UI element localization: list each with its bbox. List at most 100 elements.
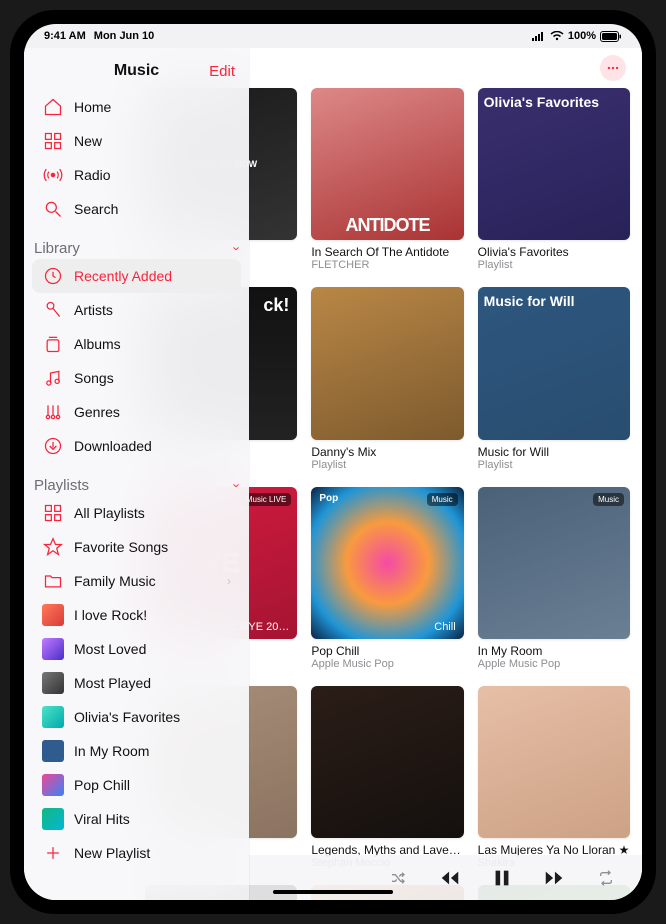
ipad-frame: 9:41 AM Mon Jun 10 100% ••• xyxy=(10,10,656,914)
playlist-subtitle: Apple Music Pop xyxy=(478,658,630,670)
sidebar-item-label: Pop Chill xyxy=(74,777,130,793)
folder-icon xyxy=(42,570,64,592)
sidebar-playlist-item[interactable]: Most Played xyxy=(32,666,241,700)
playlist-item[interactable]: Music In My Room Apple Music Pop xyxy=(478,487,630,670)
playlist-artwork: Music for Will xyxy=(478,287,630,439)
album-item[interactable]: Legends, Myths and Lave… Stephan Moccio xyxy=(311,686,463,869)
sidebar-item-home[interactable]: Home xyxy=(32,90,241,124)
next-button[interactable] xyxy=(542,866,566,890)
battery-percent: 100% xyxy=(568,30,596,42)
sidebar-item-label: Most Loved xyxy=(74,641,146,657)
playlist-title: Danny's Mix xyxy=(311,445,463,459)
previous-button[interactable] xyxy=(438,866,462,890)
repeat-button[interactable] xyxy=(594,866,618,890)
star-icon xyxy=(42,536,64,558)
clock-icon xyxy=(42,265,64,287)
chevron-down-icon: › xyxy=(229,246,244,250)
sidebar-item-label: Radio xyxy=(74,167,111,183)
album-artwork: ANTIDOTE xyxy=(311,88,463,240)
playlist-thumb xyxy=(42,672,64,694)
playlist-thumb xyxy=(42,808,64,830)
sidebar-item-family-music[interactable]: Family Music › xyxy=(32,564,241,598)
playlist-thumb xyxy=(42,740,64,762)
shuffle-button[interactable] xyxy=(386,866,410,890)
playlist-title: Pop Chill xyxy=(311,644,463,658)
search-icon xyxy=(42,198,64,220)
sidebar-playlist-item[interactable]: Olivia's Favorites xyxy=(32,700,241,734)
sidebar-playlist-item[interactable]: In My Room xyxy=(32,734,241,768)
sidebar-playlist-item[interactable]: Pop Chill xyxy=(32,768,241,802)
album-artwork xyxy=(478,686,630,838)
section-title: Library xyxy=(34,240,80,257)
home-indicator[interactable] xyxy=(273,890,393,894)
album-item[interactable]: ANTIDOTE In Search Of The Antidote FLETC… xyxy=(311,88,463,271)
artwork-text: Music for Will xyxy=(484,293,575,309)
sidebar-item-artists[interactable]: Artists xyxy=(32,293,241,327)
sidebar-item-label: Olivia's Favorites xyxy=(74,709,180,725)
sidebar-title: Music xyxy=(114,62,159,80)
library-section-header[interactable]: Library › xyxy=(24,232,249,259)
sidebar-playlist-item[interactable]: Most Loved xyxy=(32,632,241,666)
sidebar-item-albums[interactable]: Albums xyxy=(32,327,241,361)
sidebar-playlist-item[interactable]: Viral Hits xyxy=(32,802,241,836)
artwork-text: ANTIDOTE xyxy=(345,215,429,236)
status-bar: 9:41 AM Mon Jun 10 100% xyxy=(24,24,642,48)
more-button[interactable] xyxy=(600,55,626,81)
wifi-icon xyxy=(550,31,564,41)
sidebar-item-label: All Playlists xyxy=(74,505,145,521)
playlist-thumb xyxy=(42,774,64,796)
sidebar-item-label: Favorite Songs xyxy=(74,539,168,555)
sidebar-item-genres[interactable]: Genres xyxy=(32,395,241,429)
cellular-icon xyxy=(532,31,546,41)
sidebar-item-songs[interactable]: Songs xyxy=(32,361,241,395)
sidebar-item-label: Downloaded xyxy=(74,438,152,454)
playlist-artwork: Olivia's Favorites xyxy=(478,88,630,240)
music-note-icon xyxy=(42,367,64,389)
playlist-item[interactable]: Olivia's Favorites Olivia's Favorites Pl… xyxy=(478,88,630,271)
sidebar-edit-button[interactable]: Edit xyxy=(209,63,235,80)
playlist-title: Music for Will xyxy=(478,445,630,459)
playlist-thumb xyxy=(42,706,64,728)
album-item[interactable]: Las Mujeres Ya No Lloran ★ Shakira xyxy=(478,686,630,869)
playlist-artwork: Music xyxy=(478,487,630,639)
playlists-section-header[interactable]: Playlists › xyxy=(24,469,249,496)
sidebar-item-new[interactable]: New xyxy=(32,124,241,158)
sidebar-playlist-item[interactable]: I love Rock! xyxy=(32,598,241,632)
sidebar-item-label: Search xyxy=(74,201,118,217)
sidebar-item-search[interactable]: Search xyxy=(32,192,241,226)
playlist-subtitle: Playlist xyxy=(478,459,630,471)
playlist-item[interactable]: Danny's Mix Playlist xyxy=(311,287,463,470)
section-title: Playlists xyxy=(34,477,89,494)
pause-button[interactable] xyxy=(490,866,514,890)
plus-icon xyxy=(42,842,64,864)
sidebar: Music Edit Home New Radio Sear xyxy=(24,48,249,900)
album-subtitle: FLETCHER xyxy=(311,259,463,271)
albums-icon xyxy=(42,333,64,355)
sidebar-item-label: New xyxy=(74,133,102,149)
artwork-caption: Chill xyxy=(434,621,455,633)
sidebar-item-label: Viral Hits xyxy=(74,811,130,827)
guitar-icon xyxy=(42,401,64,423)
sidebar-item-label: Family Music xyxy=(74,573,156,589)
apple-music-badge: Music xyxy=(593,493,624,506)
sidebar-item-downloaded[interactable]: Downloaded xyxy=(32,429,241,463)
sidebar-item-label: Genres xyxy=(74,404,120,420)
playlist-item[interactable]: Music for Will Music for Will Playlist xyxy=(478,287,630,470)
sidebar-item-all-playlists[interactable]: All Playlists xyxy=(32,496,241,530)
sidebar-item-radio[interactable]: Radio xyxy=(32,158,241,192)
playlist-artwork: Pop Music Chill xyxy=(311,487,463,639)
sidebar-item-favorite-songs[interactable]: Favorite Songs xyxy=(32,530,241,564)
home-icon xyxy=(42,96,64,118)
artwork-text: Olivia's Favorites xyxy=(484,94,599,110)
sidebar-item-new-playlist[interactable]: New Playlist xyxy=(32,836,241,870)
album-title: In Search Of The Antidote xyxy=(311,245,463,259)
playlist-item[interactable]: Pop Music Chill Pop Chill Apple Music Po… xyxy=(311,487,463,670)
sidebar-item-label: Songs xyxy=(74,370,114,386)
sidebar-item-recently-added[interactable]: Recently Added xyxy=(32,259,241,293)
radio-icon xyxy=(42,164,64,186)
artwork-top-label: Pop xyxy=(319,493,338,504)
mic-icon xyxy=(42,299,64,321)
chevron-down-icon: › xyxy=(229,483,244,487)
status-time: 9:41 AM xyxy=(44,30,86,42)
status-date: Mon Jun 10 xyxy=(94,30,155,42)
